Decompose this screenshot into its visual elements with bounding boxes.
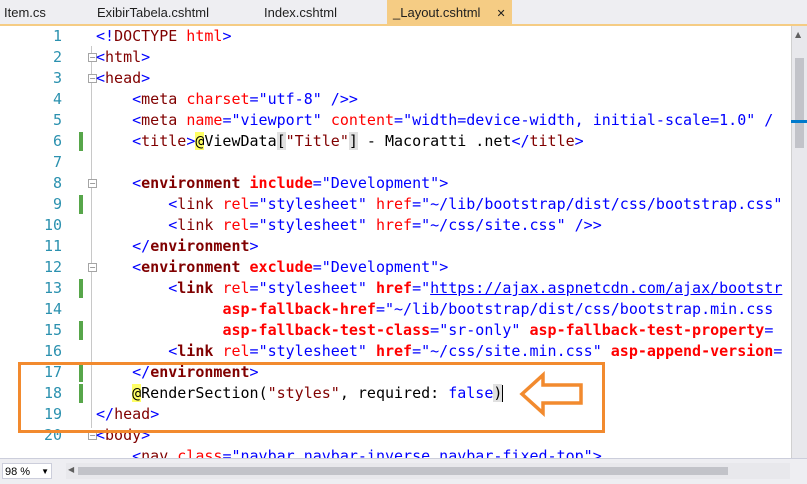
code-text: <meta charset="utf-8" />> xyxy=(132,90,358,108)
annotation-highlight-box xyxy=(18,362,605,433)
code-line[interactable]: 6 <title>@ViewData["Title"] - Macoratti … xyxy=(0,131,791,152)
line-number: 6 xyxy=(52,132,62,150)
change-marker xyxy=(79,132,83,151)
line-number: 13 xyxy=(43,279,62,297)
change-marker xyxy=(79,279,83,298)
code-text: <head> xyxy=(96,69,151,87)
code-line[interactable]: 9 <link rel="stylesheet" href="~/lib/boo… xyxy=(0,194,791,215)
line-number: 8 xyxy=(52,174,62,192)
vertical-scrollbar[interactable]: ▲ xyxy=(791,26,807,458)
chevron-down-icon: ▼ xyxy=(41,467,49,476)
change-marker xyxy=(79,321,83,340)
tab-index-cshtml[interactable]: Index.cshtml xyxy=(264,0,337,24)
code-text: asp-fallback-test-class="sr-only" asp-fa… xyxy=(222,321,774,339)
code-text: <link rel="stylesheet" href="~/css/site.… xyxy=(168,216,602,234)
document-tab-bar: Item.cs ExibirTabela.cshtml Index.cshtml… xyxy=(0,0,807,26)
tab-exibirtabela-cshtml[interactable]: ExibirTabela.cshtml xyxy=(97,0,209,24)
change-marker xyxy=(79,195,83,214)
line-number: 11 xyxy=(43,237,62,255)
left-arrow-icon xyxy=(519,371,583,417)
code-text: <title>@ViewData["Title"] - Macoratti .n… xyxy=(132,132,584,150)
url-link[interactable]: https://ajax.aspnetcdn.com/ajax/bootstr xyxy=(430,279,782,297)
scrollbar-thumb[interactable] xyxy=(795,58,804,148)
editor-status-bar: 98 % ▼ ◀ xyxy=(0,458,807,484)
line-number: 15 xyxy=(43,321,62,339)
tab-label: Item.cs xyxy=(4,5,46,20)
tab-label: Index.cshtml xyxy=(264,5,337,20)
line-number: 5 xyxy=(52,111,62,129)
scroll-left-icon[interactable]: ◀ xyxy=(68,465,74,474)
code-line[interactable]: 7 xyxy=(0,152,791,173)
code-line[interactable]: 11 </environment> xyxy=(0,236,791,257)
code-line[interactable]: <nav class="navbar navbar-inverse navbar… xyxy=(0,446,791,458)
tab-item-cs[interactable]: Item.cs xyxy=(4,0,46,24)
line-number: 10 xyxy=(43,216,62,234)
code-text: <meta name="viewport" content="width=dev… xyxy=(132,111,774,129)
line-number: 2 xyxy=(52,48,62,66)
line-number: 3 xyxy=(52,69,62,87)
line-number: 9 xyxy=(52,195,62,213)
tab-label: _Layout.cshtml xyxy=(393,5,481,20)
code-line[interactable]: 2 − <html> xyxy=(0,47,791,68)
code-text: <link rel="stylesheet" href="~/lib/boots… xyxy=(168,195,783,213)
code-text: <html> xyxy=(96,48,151,66)
line-number: 16 xyxy=(43,342,62,360)
line-number: 4 xyxy=(52,90,62,108)
scrollbar-thumb[interactable] xyxy=(78,467,728,475)
scroll-position-marker xyxy=(791,120,807,123)
scroll-up-icon[interactable]: ▲ xyxy=(795,30,801,39)
code-line[interactable]: 5 <meta name="viewport" content="width=d… xyxy=(0,110,791,131)
code-text: <link rel="stylesheet" href="https://aja… xyxy=(168,279,783,297)
code-line[interactable]: 13 <link rel="stylesheet" href="https://… xyxy=(0,278,791,299)
code-line[interactable]: 15 asp-fallback-test-class="sr-only" asp… xyxy=(0,320,791,341)
code-line[interactable]: 14 asp-fallback-href="~/lib/bootstrap/di… xyxy=(0,299,791,320)
line-number: 7 xyxy=(52,153,62,171)
code-text: <environment exclude="Development"> xyxy=(132,258,449,276)
tab-layout-cshtml[interactable]: _Layout.cshtml ✕ xyxy=(387,0,512,24)
code-text: </environment> xyxy=(132,237,259,255)
code-line[interactable]: 1 <!DOCTYPE html> xyxy=(0,26,791,47)
code-line[interactable]: 10 <link rel="stylesheet" href="~/css/si… xyxy=(0,215,791,236)
code-text: <!DOCTYPE html> xyxy=(96,27,232,45)
code-text: asp-fallback-href="~/lib/bootstrap/dist/… xyxy=(222,300,774,318)
code-line[interactable]: 12 − <environment exclude="Development"> xyxy=(0,257,791,278)
tab-label: ExibirTabela.cshtml xyxy=(97,5,209,20)
code-line[interactable]: 4 <meta charset="utf-8" />> xyxy=(0,89,791,110)
zoom-select[interactable]: 98 % ▼ xyxy=(2,463,52,479)
line-number: 1 xyxy=(52,27,62,45)
code-line[interactable]: 3 − <head> xyxy=(0,68,791,89)
code-text: <nav class="navbar navbar-inverse navbar… xyxy=(132,447,602,458)
line-number: 12 xyxy=(43,258,62,276)
code-line[interactable]: 8 − <environment include="Development"> xyxy=(0,173,791,194)
close-icon[interactable]: ✕ xyxy=(496,8,505,20)
code-line[interactable]: 16 <link rel="stylesheet" href="~/css/si… xyxy=(0,341,791,362)
code-text: <link rel="stylesheet" href="~/css/site.… xyxy=(168,342,783,360)
horizontal-scrollbar[interactable]: ◀ xyxy=(66,463,790,479)
code-text: <environment include="Development"> xyxy=(132,174,449,192)
line-number: 14 xyxy=(43,300,62,318)
